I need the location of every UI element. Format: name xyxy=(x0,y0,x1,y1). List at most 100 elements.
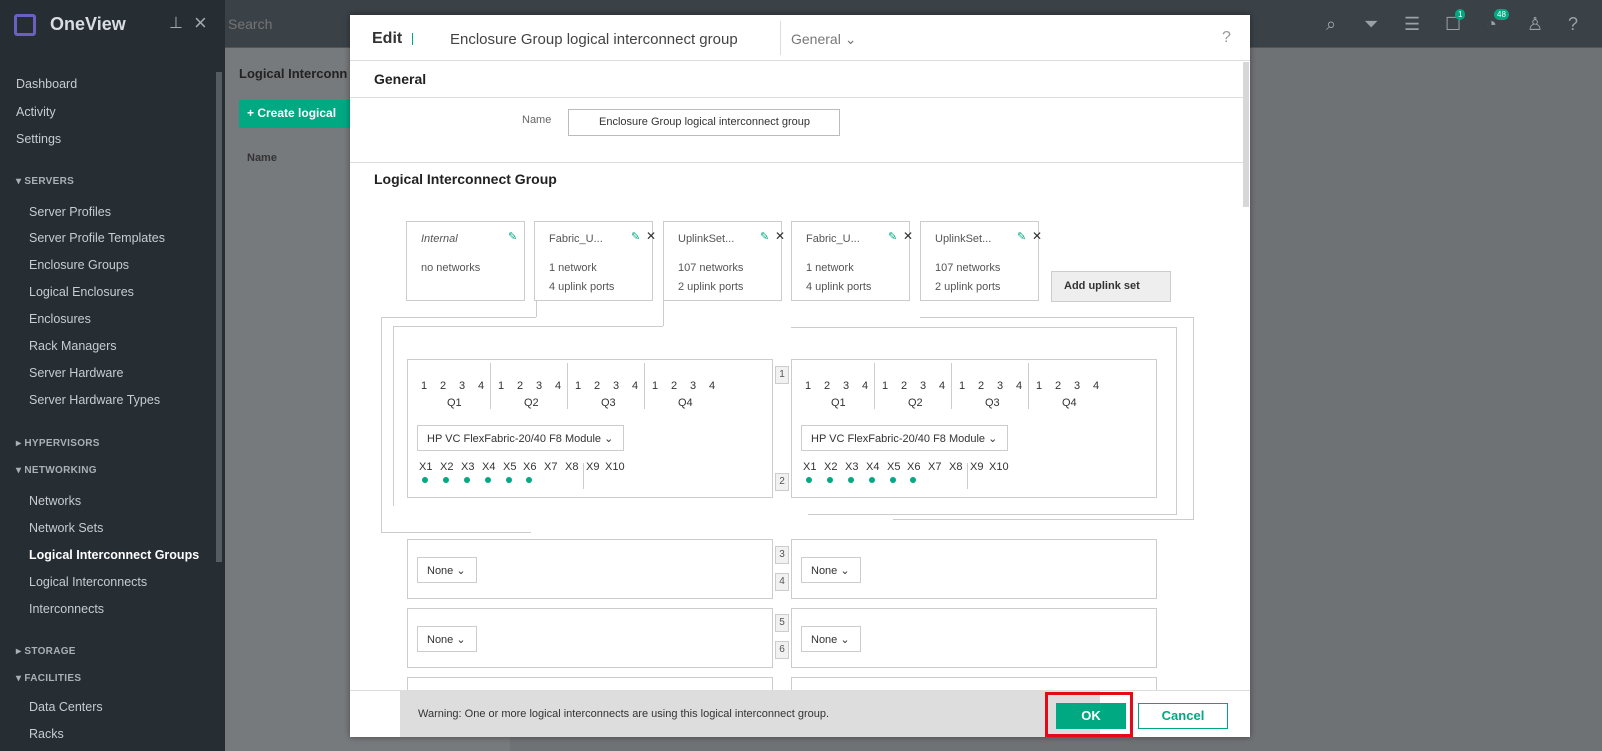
uplink-set-networks: 107 networks xyxy=(935,262,1001,274)
pencil-icon[interactable]: ✎ xyxy=(888,230,897,243)
sidebar-item-server-hardware-types[interactable]: Server Hardware Types xyxy=(29,393,160,407)
sidebar-item-server-profiles[interactable]: Server Profiles xyxy=(29,205,111,219)
port-number: 4 xyxy=(709,380,716,392)
sidebar-item-logical-enclosures[interactable]: Logical Enclosures xyxy=(29,285,134,299)
port-number: 4 xyxy=(1093,380,1100,392)
uplink-set-internal[interactable]: Internal no networks ✎ xyxy=(406,221,525,301)
port-number: 2 xyxy=(901,380,908,392)
port-number: 1 xyxy=(805,380,812,392)
port-connected-icon[interactable] xyxy=(526,477,532,483)
port-connected-icon[interactable] xyxy=(443,477,449,483)
sidebar-item-interconnects[interactable]: Interconnects xyxy=(29,602,104,616)
sidebar-scrollbar[interactable] xyxy=(216,72,222,562)
close-icon[interactable]: × xyxy=(194,10,207,36)
module-select[interactable]: None ⌄ xyxy=(801,557,861,583)
cancel-button[interactable]: Cancel xyxy=(1138,703,1228,729)
pencil-icon[interactable]: ✎ xyxy=(760,230,769,243)
port-connected-icon[interactable] xyxy=(464,477,470,483)
sidebar-section-storage[interactable]: ▸ STORAGE xyxy=(16,646,76,657)
chevron-down-icon: ⌄ xyxy=(604,433,614,445)
create-button[interactable]: + Create logical xyxy=(239,100,354,128)
close-icon[interactable]: ✕ xyxy=(775,229,785,243)
port-connected-icon[interactable] xyxy=(806,477,812,483)
sidebar-item-activity[interactable]: Activity xyxy=(16,105,56,119)
divider xyxy=(490,363,491,409)
sidebar: OneView ⊥ × Dashboard Activity Settings … xyxy=(0,0,225,751)
uplink-set-card[interactable]: UplinkSet... 107 networks 2 uplink ports… xyxy=(920,221,1042,301)
x-port-label: X7 xyxy=(544,461,558,473)
help-icon[interactable]: ? xyxy=(1568,14,1578,35)
sidebar-item-enclosures[interactable]: Enclosures xyxy=(29,312,91,326)
section-label: General xyxy=(791,31,841,47)
sidebar-item-settings[interactable]: Settings xyxy=(16,132,61,146)
uplink-set-card[interactable]: Fabric_U... 1 network 4 uplink ports ✎ ✕ xyxy=(534,221,656,301)
divider xyxy=(412,33,413,45)
module-select[interactable]: None ⌄ xyxy=(417,557,477,583)
module-select[interactable]: HP VC FlexFabric-20/40 F8 Module ⌄ xyxy=(801,425,1008,451)
uplink-set-name: Fabric_U... xyxy=(549,233,603,245)
sidebar-item-logical-interconnect-groups[interactable]: Logical Interconnect Groups xyxy=(29,548,199,562)
port-connected-icon[interactable] xyxy=(506,477,512,483)
uplink-set-card[interactable]: Fabric_U... 1 network 4 uplink ports ✎ ✕ xyxy=(791,221,913,301)
x-port-label: X8 xyxy=(565,461,579,473)
x-port-label: X5 xyxy=(887,461,901,473)
section-selector[interactable]: General ⌄ xyxy=(791,31,856,48)
name-field[interactable]: Enclosure Group logical interconnect gro… xyxy=(568,109,840,136)
uplink-set-ports: 2 uplink ports xyxy=(678,281,744,293)
sidebar-item-enclosure-groups[interactable]: Enclosure Groups xyxy=(29,258,129,272)
sidebar-item-server-profile-templates[interactable]: Server Profile Templates xyxy=(29,231,165,245)
uplink-set-card[interactable]: UplinkSet... 107 networks 2 uplink ports… xyxy=(663,221,785,301)
module-select[interactable]: None ⌄ xyxy=(417,626,477,652)
port-connected-icon[interactable] xyxy=(848,477,854,483)
section-label: NETWORKING xyxy=(24,465,97,476)
select-value: None xyxy=(811,565,838,577)
x-port-label: X5 xyxy=(503,461,517,473)
connector-line xyxy=(1193,327,1194,520)
uplink-set-ports: 4 uplink ports xyxy=(549,281,615,293)
port-number: 3 xyxy=(536,380,543,392)
sidebar-item-networks[interactable]: Networks xyxy=(29,494,81,508)
sidebar-item-dashboard[interactable]: Dashboard xyxy=(16,77,77,91)
close-icon[interactable]: ✕ xyxy=(646,229,656,243)
sidebar-item-logical-interconnects[interactable]: Logical Interconnects xyxy=(29,575,147,589)
ok-button[interactable]: OK xyxy=(1056,703,1126,729)
pencil-icon[interactable]: ✎ xyxy=(631,230,640,243)
port-connected-icon[interactable] xyxy=(869,477,875,483)
filter-icon[interactable]: ⏷ xyxy=(1364,14,1378,35)
pencil-icon[interactable]: ✎ xyxy=(508,230,517,243)
connector-line xyxy=(791,327,1176,328)
search-icon[interactable]: ⌕ xyxy=(1326,14,1336,35)
checklist-icon[interactable]: ☰ xyxy=(1404,14,1420,35)
sidebar-section-facilities[interactable]: ▾ FACILITIES xyxy=(16,673,81,684)
sidebar-item-server-hardware[interactable]: Server Hardware xyxy=(29,366,123,380)
port-connected-icon[interactable] xyxy=(910,477,916,483)
port-connected-icon[interactable] xyxy=(422,477,428,483)
sidebar-item-data-centers[interactable]: Data Centers xyxy=(29,700,103,714)
sidebar-section-networking[interactable]: ▾ NETWORKING xyxy=(16,465,97,476)
add-uplink-set-button[interactable]: Add uplink set xyxy=(1051,271,1171,302)
sidebar-item-racks[interactable]: Racks xyxy=(29,727,64,741)
x-port-label: X9 xyxy=(970,461,984,473)
connector-line xyxy=(893,519,1193,520)
pin-icon[interactable]: ⊥ xyxy=(169,13,183,33)
port-connected-icon[interactable] xyxy=(827,477,833,483)
port-number: 2 xyxy=(440,380,447,392)
close-icon[interactable]: ✕ xyxy=(903,229,913,243)
bay-number: 6 xyxy=(775,641,789,659)
module-select[interactable]: HP VC FlexFabric-20/40 F8 Module ⌄ xyxy=(417,425,624,451)
port-connected-icon[interactable] xyxy=(890,477,896,483)
user-icon[interactable]: ♙ xyxy=(1527,14,1543,35)
close-icon[interactable]: ✕ xyxy=(1032,229,1042,243)
bay-number: 4 xyxy=(775,573,789,591)
port-connected-icon[interactable] xyxy=(485,477,491,483)
sidebar-item-network-sets[interactable]: Network Sets xyxy=(29,521,103,535)
pencil-icon[interactable]: ✎ xyxy=(1017,230,1026,243)
chevron-down-icon: ⌄ xyxy=(840,565,850,577)
dialog-scrollbar[interactable] xyxy=(1243,62,1249,207)
sidebar-section-servers[interactable]: ▾ SERVERS xyxy=(16,176,74,187)
sidebar-section-hypervisors[interactable]: ▸ HYPERVISORS xyxy=(16,438,100,449)
module-select[interactable]: None ⌄ xyxy=(801,626,861,652)
sidebar-item-rack-managers[interactable]: Rack Managers xyxy=(29,339,117,353)
help-icon[interactable]: ? xyxy=(1222,29,1231,47)
port-number: 2 xyxy=(978,380,985,392)
